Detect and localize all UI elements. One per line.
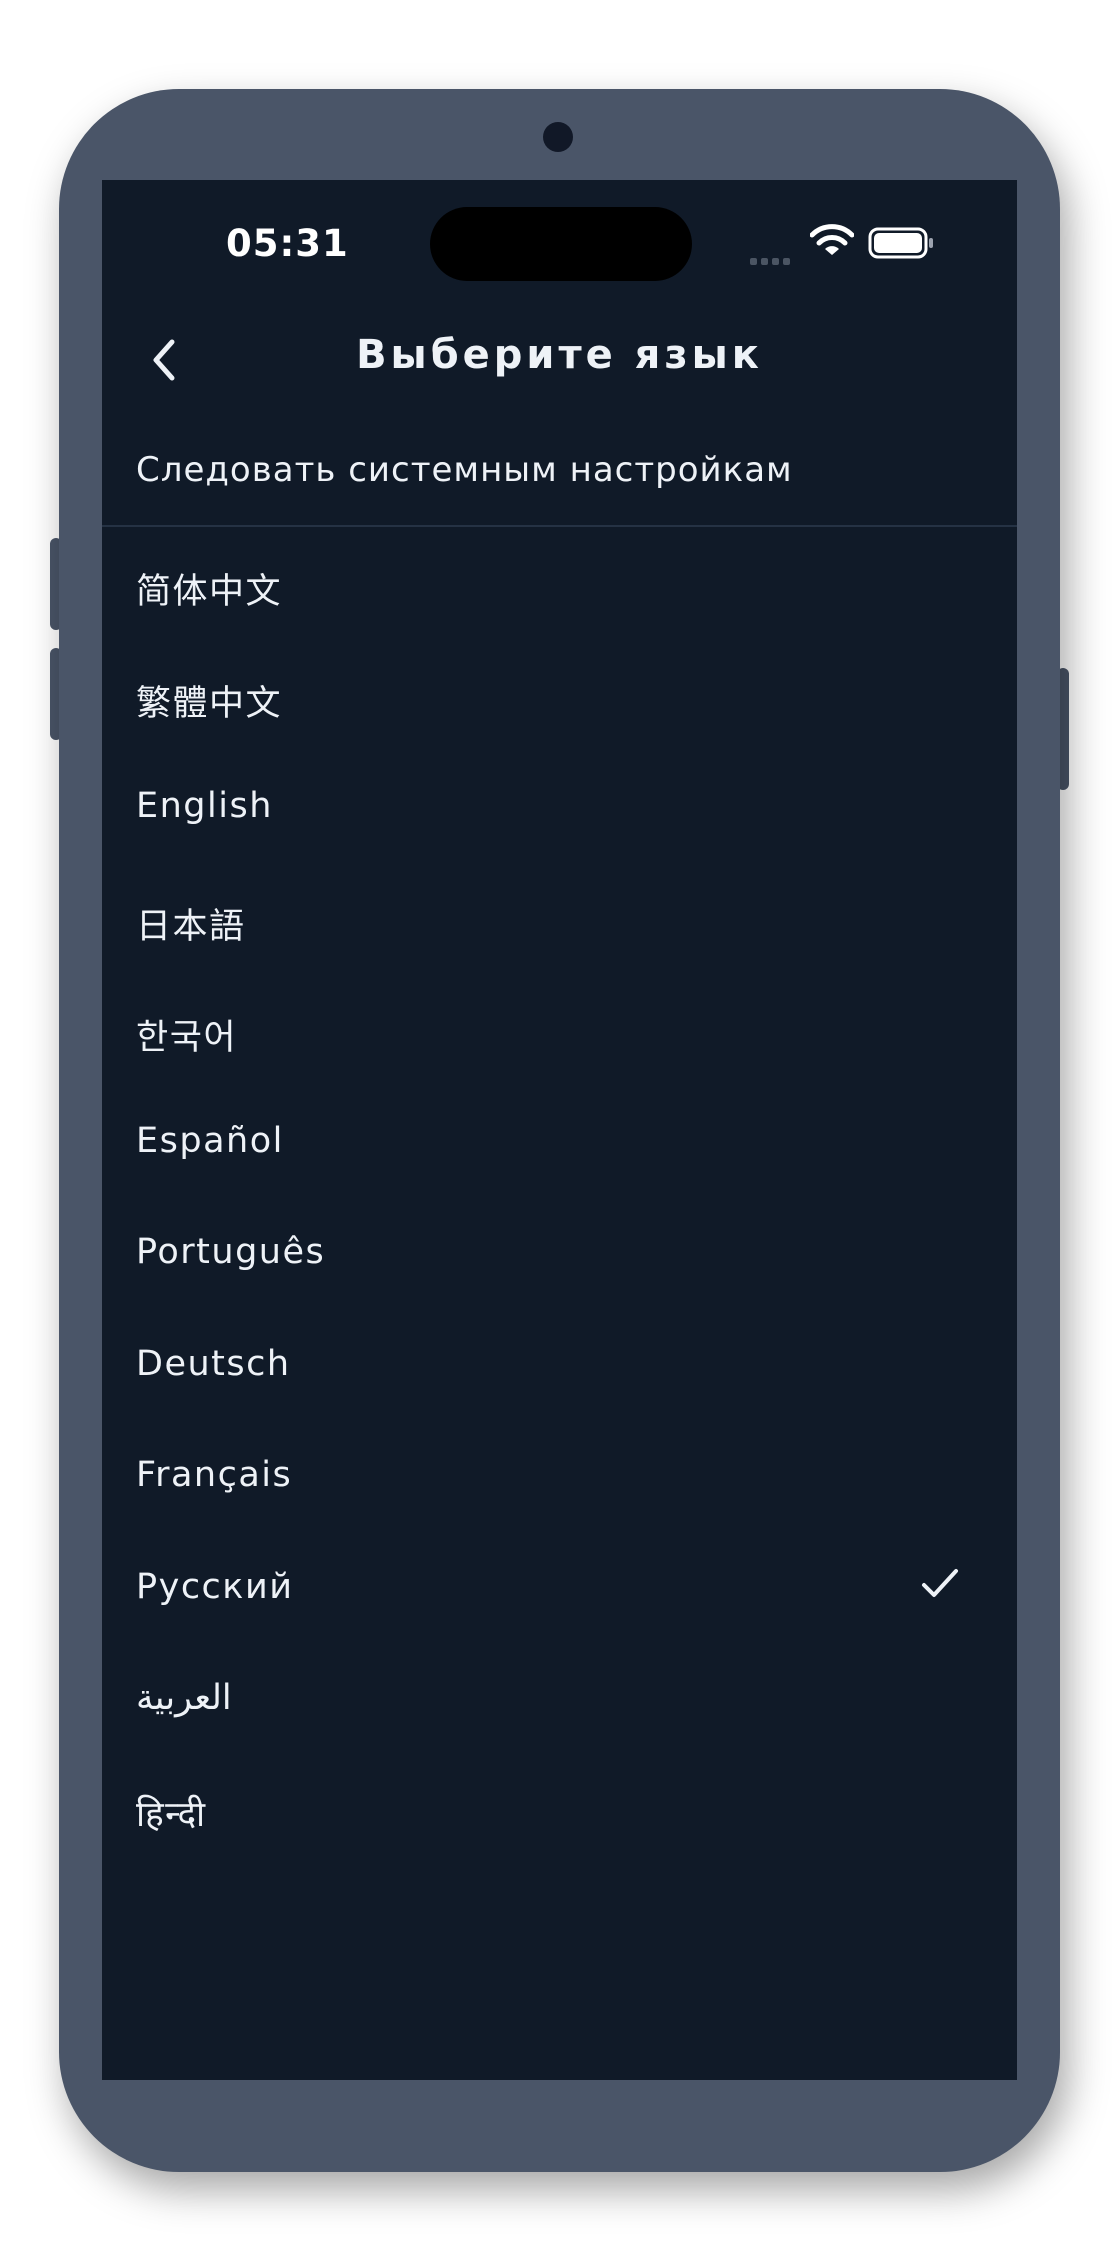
- screen: 05:31 Выберите язык Следовать системным …: [102, 180, 1017, 2080]
- status-time: 05:31: [226, 222, 349, 265]
- dynamic-island: [430, 207, 692, 281]
- language-label: العربية: [136, 1678, 232, 1718]
- language-option[interactable]: Español: [102, 1085, 1017, 1197]
- language-label: 한국어: [136, 1018, 238, 1058]
- language-option[interactable]: Русский: [102, 1531, 1017, 1643]
- language-label: हिन्दी: [136, 1794, 207, 1835]
- language-option[interactable]: 简体中文: [102, 527, 1017, 639]
- language-label: 日本語: [136, 906, 246, 947]
- follow-system-option[interactable]: Следовать системным настройкам: [102, 430, 1017, 525]
- language-option[interactable]: 한국어: [102, 973, 1017, 1085]
- language-option[interactable]: English: [102, 750, 1017, 862]
- language-option[interactable]: العربية: [102, 1642, 1017, 1754]
- battery-icon: [868, 227, 933, 259]
- language-label: 繁體中文: [136, 683, 283, 724]
- page-title: Выберите язык: [356, 332, 763, 378]
- language-label: Русский: [136, 1566, 294, 1607]
- language-option[interactable]: Português: [102, 1196, 1017, 1308]
- language-option[interactable]: हिन्दी: [102, 1754, 1017, 1866]
- language-option[interactable]: Français: [102, 1419, 1017, 1531]
- language-label: Español: [136, 1120, 284, 1161]
- cellular-signal-icon: [750, 250, 794, 269]
- language-option[interactable]: 繁體中文: [102, 639, 1017, 751]
- front-camera: [543, 122, 573, 152]
- language-option[interactable]: 日本語: [102, 862, 1017, 974]
- wifi-icon: [810, 224, 854, 255]
- language-label: Português: [136, 1232, 326, 1272]
- language-label: English: [136, 786, 273, 826]
- language-label: 简体中文: [136, 572, 283, 612]
- checkmark-icon: [922, 1568, 958, 1597]
- follow-system-label: Следовать системным настройкам: [136, 450, 793, 490]
- language-list: 简体中文 繁體中文 English 日本語 한국어 Español Portug…: [102, 527, 1017, 1865]
- language-option[interactable]: Deutsch: [102, 1308, 1017, 1420]
- language-label: Deutsch: [136, 1343, 291, 1384]
- language-label: Français: [136, 1455, 293, 1495]
